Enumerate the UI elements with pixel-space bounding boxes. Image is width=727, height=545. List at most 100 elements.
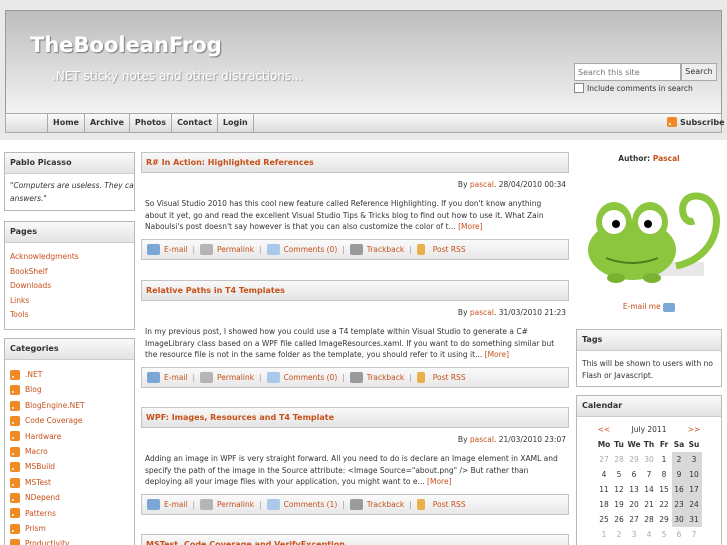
category-item[interactable]: Productivity bbox=[10, 536, 129, 545]
calendar-day[interactable]: 3 bbox=[686, 452, 702, 467]
category-item[interactable]: Macro bbox=[10, 444, 129, 459]
trackback-action[interactable]: Trackback bbox=[349, 372, 404, 383]
permalink-action[interactable]: Permalink bbox=[200, 244, 254, 255]
search-button[interactable]: Search bbox=[681, 63, 717, 81]
calendar-day[interactable]: 16 bbox=[671, 482, 687, 497]
prev-month-link[interactable]: << bbox=[598, 425, 611, 434]
calendar-day[interactable]: 4 bbox=[597, 467, 612, 482]
calendar-day[interactable]: 7 bbox=[687, 527, 702, 542]
rss-icon[interactable] bbox=[10, 400, 20, 411]
search-input[interactable] bbox=[574, 63, 681, 81]
rss-icon[interactable] bbox=[10, 523, 20, 534]
calendar-day[interactable]: 28 bbox=[612, 452, 627, 467]
calendar-day[interactable]: 5 bbox=[657, 527, 672, 542]
site-title[interactable]: TheBooleanFrog bbox=[30, 33, 222, 57]
calendar-day[interactable]: 11 bbox=[597, 482, 612, 497]
calendar-day[interactable]: 30 bbox=[642, 452, 657, 467]
post-author-link[interactable]: pascal bbox=[470, 308, 494, 317]
category-item[interactable]: Code Coverage bbox=[10, 413, 129, 428]
calendar-day[interactable]: 18 bbox=[597, 497, 612, 512]
post-author-link[interactable]: pascal bbox=[470, 435, 494, 444]
permalink-action[interactable]: Permalink bbox=[200, 372, 254, 383]
calendar-day[interactable]: 8 bbox=[657, 467, 672, 482]
calendar-day[interactable]: 20 bbox=[627, 497, 642, 512]
post-author-link[interactable]: pascal bbox=[470, 180, 494, 189]
post-title[interactable]: Relative Paths in T4 Templates bbox=[141, 280, 569, 301]
email-action[interactable]: E-mail bbox=[147, 372, 188, 383]
page-link-acknowledgments[interactable]: Acknowledgments bbox=[10, 250, 129, 265]
category-label[interactable]: Hardware bbox=[25, 429, 61, 444]
rss-icon[interactable] bbox=[10, 431, 20, 442]
calendar-day[interactable]: 7 bbox=[642, 467, 657, 482]
rss-icon[interactable] bbox=[10, 385, 20, 396]
page-link-bookshelf[interactable]: BookShelf bbox=[10, 265, 129, 280]
calendar-day[interactable]: 28 bbox=[642, 512, 657, 527]
category-label[interactable]: BlogEngine.NET bbox=[25, 398, 85, 413]
nav-contact[interactable]: Contact bbox=[171, 114, 217, 132]
category-item[interactable]: Blog bbox=[10, 382, 129, 397]
calendar-day[interactable]: 15 bbox=[657, 482, 672, 497]
calendar-day[interactable]: 24 bbox=[686, 497, 702, 512]
rss-icon[interactable] bbox=[10, 508, 20, 519]
category-item[interactable]: MSTest bbox=[10, 475, 129, 490]
page-link-links[interactable]: Links bbox=[10, 294, 129, 309]
calendar-day[interactable]: 1 bbox=[597, 527, 612, 542]
calendar-day[interactable]: 10 bbox=[686, 467, 702, 482]
nav-archive[interactable]: Archive bbox=[83, 114, 129, 132]
page-link-downloads[interactable]: Downloads bbox=[10, 279, 129, 294]
more-link[interactable]: [More] bbox=[458, 222, 482, 231]
calendar-day[interactable]: 14 bbox=[642, 482, 657, 497]
rss-icon[interactable] bbox=[10, 477, 20, 488]
category-label[interactable]: Blog bbox=[25, 382, 42, 397]
calendar-day[interactable]: 17 bbox=[686, 482, 702, 497]
calendar-day[interactable]: 29 bbox=[657, 512, 672, 527]
rss-icon[interactable] bbox=[10, 462, 20, 473]
rss-icon[interactable] bbox=[10, 415, 20, 426]
email-icon[interactable] bbox=[663, 302, 676, 312]
category-label[interactable]: MSBuild bbox=[25, 459, 55, 474]
page-link-tools[interactable]: Tools bbox=[10, 308, 129, 323]
calendar-day[interactable]: 2 bbox=[612, 527, 627, 542]
comments-action[interactable]: Comments (0) bbox=[266, 244, 337, 255]
calendar-day[interactable]: 27 bbox=[597, 452, 612, 467]
rss-icon[interactable] bbox=[10, 369, 20, 380]
calendar-day[interactable]: 30 bbox=[671, 512, 687, 527]
calendar-day[interactable]: 22 bbox=[657, 497, 672, 512]
calendar-day[interactable]: 5 bbox=[612, 467, 627, 482]
category-item[interactable]: MSBuild bbox=[10, 459, 129, 474]
calendar-day[interactable]: 31 bbox=[686, 512, 702, 527]
nav-home[interactable]: Home bbox=[47, 114, 84, 132]
category-item[interactable]: Prism bbox=[10, 521, 129, 536]
rss-icon[interactable] bbox=[10, 446, 20, 457]
next-month-link[interactable]: >> bbox=[688, 425, 701, 434]
nav-photos[interactable]: Photos bbox=[128, 114, 171, 132]
permalink-action[interactable]: Permalink bbox=[200, 499, 254, 510]
calendar-day[interactable]: 25 bbox=[597, 512, 612, 527]
calendar-day[interactable]: 19 bbox=[612, 497, 627, 512]
calendar-day[interactable]: 27 bbox=[627, 512, 642, 527]
category-label[interactable]: NDepend bbox=[25, 490, 60, 505]
category-item[interactable]: NDepend bbox=[10, 490, 129, 505]
more-link[interactable]: [More] bbox=[427, 477, 451, 486]
calendar-day[interactable]: 12 bbox=[612, 482, 627, 497]
calendar-day[interactable]: 2 bbox=[671, 452, 687, 467]
calendar-day[interactable]: 26 bbox=[612, 512, 627, 527]
rss-icon[interactable] bbox=[10, 539, 20, 545]
calendar-day[interactable]: 23 bbox=[671, 497, 687, 512]
calendar-day[interactable]: 3 bbox=[627, 527, 642, 542]
post-title[interactable]: R# In Action: Highlighted References bbox=[141, 152, 569, 173]
calendar-day[interactable]: 6 bbox=[627, 467, 642, 482]
post-rss-action[interactable]: Post RSS bbox=[416, 372, 466, 383]
calendar-day[interactable]: 29 bbox=[627, 452, 642, 467]
category-label[interactable]: Productivity bbox=[25, 536, 69, 545]
calendar-prev-button[interactable]: << bbox=[597, 422, 612, 437]
post-title[interactable]: MSTest, Code Coverage and VerifyExceptio… bbox=[141, 534, 569, 545]
subscribe-link[interactable]: Subscribe bbox=[667, 117, 725, 127]
category-item[interactable]: .NET bbox=[10, 367, 129, 382]
category-item[interactable]: BlogEngine.NET bbox=[10, 398, 129, 413]
email-action[interactable]: E-mail bbox=[147, 244, 188, 255]
category-label[interactable]: Code Coverage bbox=[25, 413, 83, 428]
post-rss-action[interactable]: Post RSS bbox=[416, 499, 466, 510]
category-item[interactable]: Hardware bbox=[10, 429, 129, 444]
calendar-day[interactable]: 9 bbox=[671, 467, 687, 482]
